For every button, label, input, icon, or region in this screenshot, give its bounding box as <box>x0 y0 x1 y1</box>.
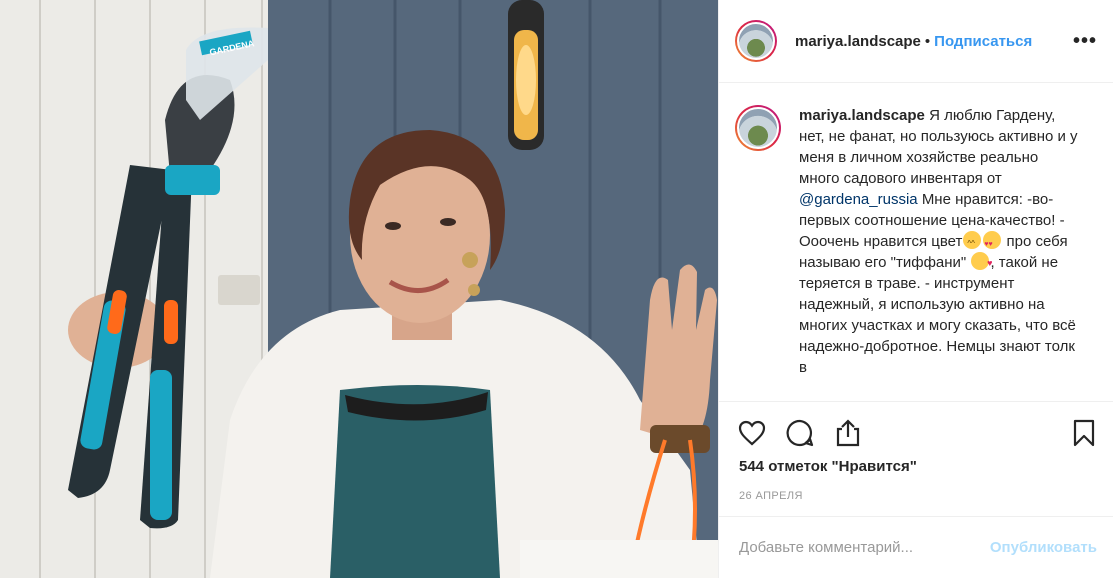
heart-icon <box>738 420 766 445</box>
action-bar <box>719 401 1113 463</box>
likes-count[interactable]: 544 отметок "Нравится" <box>739 458 917 475</box>
post: GARDENA mariya.landscape • Подписаться •… <box>0 0 1113 578</box>
caption-part-4: , такой не теряется в траве. - инструмен… <box>799 254 1076 376</box>
comment-button[interactable] <box>783 416 817 450</box>
header-username[interactable]: mariya.landscape <box>795 33 921 50</box>
avatar[interactable] <box>735 20 777 62</box>
bookmark-icon <box>1073 419 1095 446</box>
caption-username[interactable]: mariya.landscape <box>799 107 925 124</box>
kiss-emoji-icon <box>971 252 992 274</box>
comment-icon <box>786 419 814 446</box>
share-icon <box>836 418 860 446</box>
add-comment-bar: Добавьте комментарий... Опубликовать <box>719 516 1113 578</box>
save-button[interactable] <box>1067 416 1101 450</box>
more-options-icon[interactable]: ••• <box>1073 30 1097 53</box>
like-button[interactable] <box>735 416 769 450</box>
share-button[interactable] <box>831 416 865 450</box>
post-date[interactable]: 26 АПРЕЛЯ <box>739 490 803 502</box>
comments-area[interactable]: mariya.landscape Я люблю Гардену, нет, н… <box>719 83 1113 401</box>
separator-dot: • <box>924 32 931 50</box>
post-photo[interactable]: GARDENA <box>0 0 718 578</box>
caption-text: mariya.landscape Я люблю Гардену, нет, н… <box>799 105 1081 401</box>
mention-link[interactable]: @gardena_russia <box>799 191 918 208</box>
comment-input[interactable]: Добавьте комментарий... <box>739 539 913 556</box>
caption-avatar[interactable] <box>735 105 781 151</box>
photo-illustration: GARDENA <box>0 0 718 578</box>
publish-button[interactable]: Опубликовать <box>990 539 1097 556</box>
heart-eyes-emoji-icon <box>983 231 1002 255</box>
follow-button[interactable]: Подписаться <box>934 33 1032 50</box>
post-sidebar: mariya.landscape • Подписаться ••• mariy… <box>718 0 1113 578</box>
laughing-emoji-icon <box>963 231 982 254</box>
post-header: mariya.landscape • Подписаться ••• <box>719 0 1113 83</box>
